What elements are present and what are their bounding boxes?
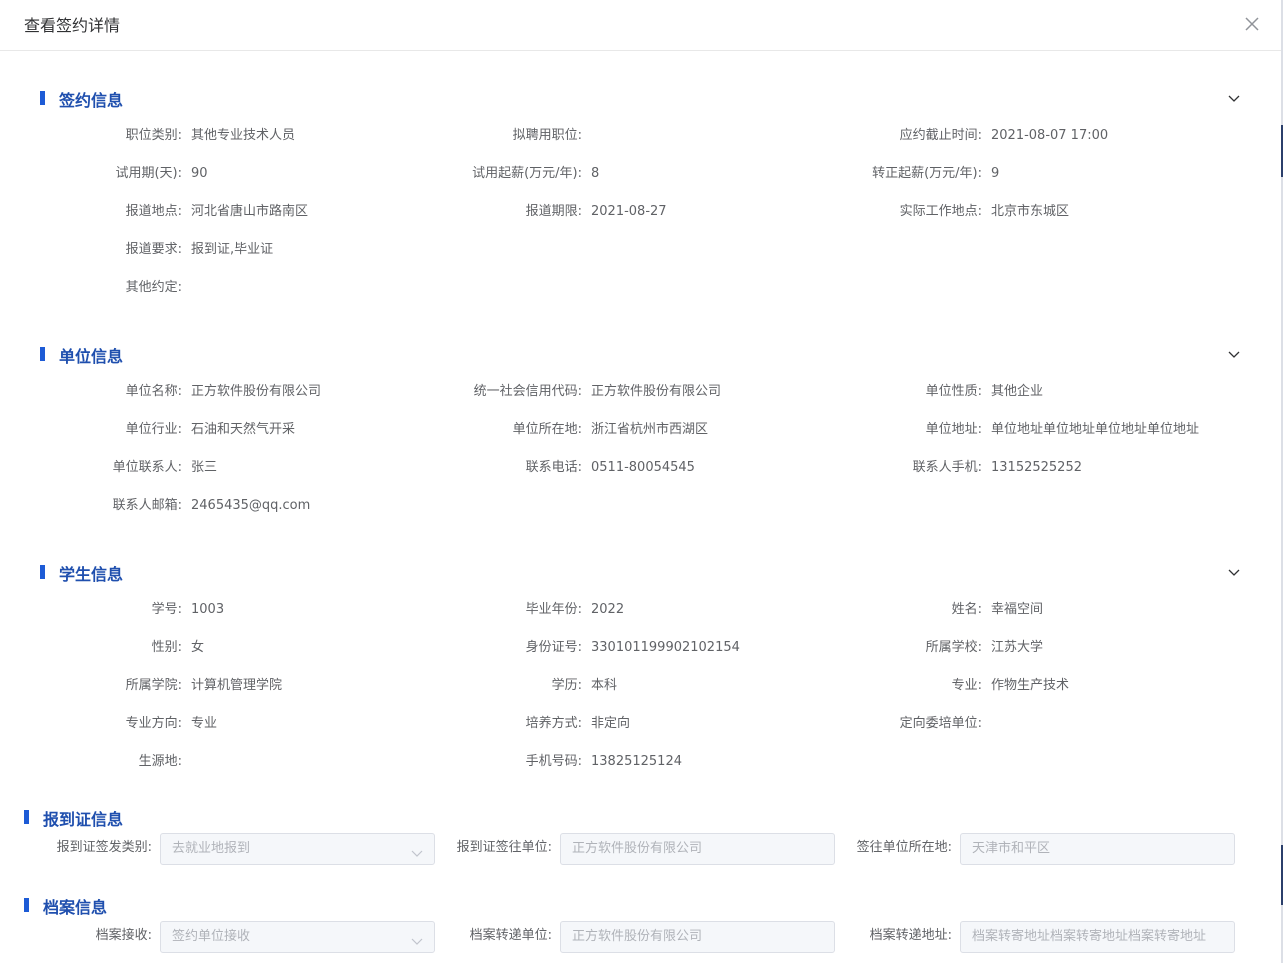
unit-location-label: 单位所在地: [512, 422, 582, 437]
unit-nature-value: 其他企业 [991, 384, 1044, 399]
probation-value: 90 [191, 166, 208, 181]
archive-address-label: 档案转递地址: [869, 928, 952, 943]
regular-salary-label: 转正起薪(万元/年): [872, 166, 982, 181]
report-deadline-label: 报道期限: [525, 204, 582, 219]
report-unit-label: 报到证签往单位: [456, 840, 552, 855]
archive-unit-label: 档案转递单位: [469, 928, 552, 943]
archive-receive-select-value: 签约单位接收 [172, 929, 251, 944]
section-unit-title-text: 单位信息 [59, 347, 124, 366]
trial-salary-label: 试用起薪(万元/年): [472, 166, 582, 181]
unit-nature-label: 单位性质: [925, 384, 982, 399]
other-label: 其他约定: [125, 280, 182, 295]
credit-code-label: 统一社会信用代码: [473, 384, 582, 399]
unit-contact-label: 单位联系人: [112, 460, 182, 475]
student-mobile-label: 手机号码: [525, 754, 582, 769]
chevron-down-icon [410, 842, 424, 857]
archive-unit-input[interactable]: 正方软件股份有限公司 [560, 921, 835, 953]
section-sign-title-text: 签约信息 [59, 91, 124, 110]
position-label: 拟聘用职位: [512, 128, 582, 143]
unit-phone-label: 联系电话: [525, 460, 582, 475]
section-student-title-text: 学生信息 [59, 565, 124, 584]
section-archive-title-text: 档案信息 [43, 898, 108, 917]
report-location-input[interactable]: 天津市和平区 [960, 833, 1235, 865]
deadline-value: 2021-08-07 17:00 [991, 128, 1109, 143]
credit-code-value: 正方软件股份有限公司 [591, 384, 722, 399]
major-value: 作物生产技术 [991, 678, 1070, 693]
report-deadline-value: 2021-08-27 [591, 204, 667, 219]
entrust-label: 定向委培单位: [899, 716, 982, 731]
chevron-down-icon[interactable] [1226, 564, 1242, 580]
unit-industry-label: 单位行业: [125, 422, 182, 437]
unit-name-value: 正方软件股份有限公司 [191, 384, 322, 399]
report-type-label: 报到证签发类别: [56, 840, 152, 855]
probation-label: 试用期(天): [115, 166, 182, 181]
school-value: 江苏大学 [991, 640, 1044, 655]
regular-salary-value: 9 [991, 166, 1000, 181]
unit-location-value: 浙江省杭州市西湖区 [591, 422, 709, 437]
report-req-label: 报道要求: [125, 242, 182, 257]
job-category-value: 其他专业技术人员 [191, 128, 296, 143]
college-label: 所属学院: [125, 678, 182, 693]
report-type-select-value: 去就业地报到 [172, 841, 251, 856]
contact-email-value: 2465435@qq.com [191, 498, 311, 513]
deadline-label: 应约截止时间: [899, 128, 982, 143]
training-value: 非定向 [591, 716, 631, 731]
idcard-value: 330101199902102154 [591, 640, 740, 655]
gender-value: 女 [191, 640, 205, 655]
archive-receive-label: 档案接收: [95, 928, 152, 943]
report-location-label: 签往单位所在地: [856, 840, 952, 855]
direction-label: 专业方向: [125, 716, 182, 731]
chevron-down-icon [410, 930, 424, 945]
student-mobile-value: 13825125124 [591, 754, 682, 769]
chevron-down-icon[interactable] [1226, 346, 1242, 362]
unit-address-label: 单位地址: [925, 422, 982, 437]
dialog-header: 查看签约详情 [0, 0, 1281, 51]
report-type-select[interactable]: 去就业地报到 [160, 833, 435, 865]
training-label: 培养方式: [525, 716, 582, 731]
contact-mobile-value: 13152525252 [991, 460, 1082, 475]
work-place-value: 北京市东城区 [991, 204, 1070, 219]
report-unit-input[interactable]: 正方软件股份有限公司 [560, 833, 835, 865]
archive-receive-select[interactable]: 签约单位接收 [160, 921, 435, 953]
degree-label: 学历: [551, 678, 582, 693]
close-icon[interactable] [1240, 12, 1264, 36]
unit-industry-value: 石油和天然气开采 [191, 422, 296, 437]
student-id-label: 学号: [151, 602, 182, 617]
archive-address-input[interactable]: 档案转寄地址档案转寄地址档案转寄地址 [960, 921, 1235, 953]
report-place-value: 河北省唐山市路南区 [191, 204, 309, 219]
student-name-value: 幸福空间 [991, 602, 1044, 617]
chevron-down-icon[interactable] [1226, 90, 1242, 106]
degree-value: 本科 [591, 678, 618, 693]
trial-salary-value: 8 [591, 166, 600, 181]
major-label: 专业: [951, 678, 982, 693]
unit-contact-value: 张三 [191, 460, 218, 475]
direction-value: 专业 [191, 716, 218, 731]
gender-label: 性别: [151, 640, 182, 655]
student-id-value: 1003 [191, 602, 225, 617]
dialog-title: 查看签约详情 [24, 16, 121, 35]
report-req-value: 报到证,毕业证 [191, 242, 274, 257]
job-category-label: 职位类别: [125, 128, 182, 143]
unit-phone-value: 0511-80054545 [591, 460, 695, 475]
contact-email-label: 联系人邮箱: [112, 498, 182, 513]
grad-year-value: 2022 [591, 602, 625, 617]
unit-name-label: 单位名称: [125, 384, 182, 399]
school-label: 所属学校: [925, 640, 982, 655]
contact-mobile-label: 联系人手机: [912, 460, 982, 475]
unit-address-value: 单位地址单位地址单位地址单位地址 [991, 422, 1200, 437]
grad-year-label: 毕业年份: [525, 602, 582, 617]
college-value: 计算机管理学院 [191, 678, 283, 693]
report-place-label: 报道地点: [125, 204, 182, 219]
student-name-label: 姓名: [951, 602, 982, 617]
idcard-label: 身份证号: [525, 640, 582, 655]
section-report-title-text: 报到证信息 [43, 810, 124, 829]
origin-label: 生源地: [138, 754, 182, 769]
work-place-label: 实际工作地点: [899, 204, 982, 219]
